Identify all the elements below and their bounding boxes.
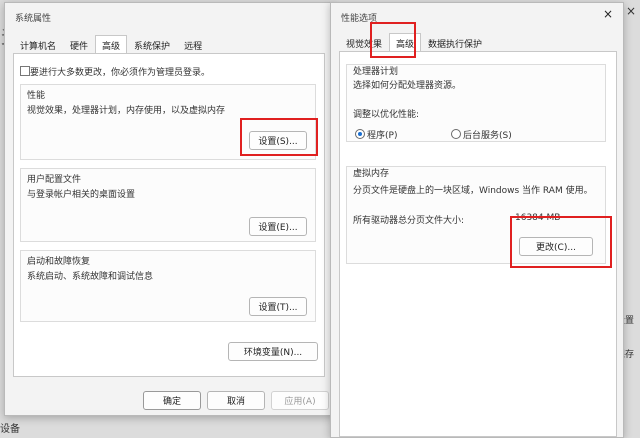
background-close-icon[interactable]: × — [626, 4, 636, 18]
change-virtual-memory-button[interactable]: 更改(C)... — [519, 237, 593, 256]
processor-scheduling-group: 处理器计划 选择如何分配处理器资源。 调整以优化性能: 程序(P) 后台服务(S… — [346, 64, 606, 142]
programs-radio[interactable] — [355, 129, 365, 139]
ok-button[interactable]: 确定 — [143, 391, 201, 410]
user-profile-settings-button[interactable]: 设置(E)... — [249, 217, 307, 236]
tab-remote[interactable]: 远程 — [177, 35, 209, 55]
performance-desc: 视觉效果，处理器计划，内存使用，以及虚拟内存 — [27, 106, 226, 116]
adjust-label: 调整以优化性能: — [353, 110, 420, 120]
background-services-label[interactable]: 后台服务(S) — [463, 128, 512, 141]
system-properties-window: 系统属性 计算机名 硬件 高级 系统保护 远程 要进行大多数更改，你必须作为管理… — [4, 2, 334, 416]
startup-recovery-title: 启动和故障恢复 — [27, 257, 91, 267]
performance-options-window: 性能选项 × 视觉效果 高级 数据执行保护 处理器计划 选择如何分配处理器资源。… — [330, 2, 624, 438]
background-services-radio[interactable] — [451, 129, 461, 139]
paging-total-label: 所有驱动器总分页文件大小: — [353, 216, 465, 226]
performance-settings-button[interactable]: 设置(S)... — [249, 131, 307, 150]
startup-recovery-settings-button[interactable]: 设置(T)... — [249, 297, 307, 316]
advanced-panel: 要进行大多数更改，你必须作为管理员登录。 性能 视觉效果，处理器计划，内存使用，… — [13, 53, 325, 377]
window-title: 系统属性 — [15, 14, 52, 24]
tab-hardware[interactable]: 硬件 — [63, 35, 95, 55]
processor-scheduling-desc: 选择如何分配处理器资源。 — [353, 81, 462, 91]
tab-dep[interactable]: 数据执行保护 — [421, 33, 489, 53]
startup-recovery-desc: 系统启动、系统故障和调试信息 — [27, 272, 154, 282]
admin-note: 要进行大多数更改，你必须作为管理员登录。 — [30, 68, 211, 78]
startup-recovery-group: 启动和故障恢复 系统启动、系统故障和调试信息 设置(T)... — [20, 250, 316, 322]
paging-total-value: 16384 MB — [515, 213, 561, 223]
virtual-memory-group: 虚拟内存 分页文件是硬盘上的一块区域，Windows 当作 RAM 使用。 所有… — [346, 166, 606, 264]
tab-visual-effects[interactable]: 视觉效果 — [339, 33, 389, 53]
user-profile-desc: 与登录帐户相关的桌面设置 — [27, 190, 136, 200]
programs-label[interactable]: 程序(P) — [367, 128, 397, 141]
perf-advanced-panel: 处理器计划 选择如何分配处理器资源。 调整以优化性能: 程序(P) 后台服务(S… — [339, 51, 617, 437]
admin-note-icon — [20, 66, 30, 76]
tab-computer-name[interactable]: 计算机名 — [13, 35, 63, 55]
environment-variables-button[interactable]: 环境变量(N)... — [228, 342, 318, 361]
apply-button[interactable]: 应用(A) — [271, 391, 329, 410]
close-icon[interactable]: × — [603, 7, 613, 21]
virtual-memory-desc: 分页文件是硬盘上的一块区域，Windows 当作 RAM 使用。 — [353, 186, 593, 196]
background-bottom-text: 设备 — [0, 424, 20, 435]
cancel-button[interactable]: 取消 — [207, 391, 265, 410]
processor-scheduling-title: 处理器计划 — [353, 67, 399, 77]
performance-group: 性能 视觉效果，处理器计划，内存使用，以及虚拟内存 设置(S)... — [20, 84, 316, 160]
perf-window-title: 性能选项 — [341, 14, 378, 24]
performance-title: 性能 — [27, 91, 46, 101]
virtual-memory-title: 虚拟内存 — [353, 169, 390, 179]
user-profile-group: 用户配置文件 与登录帐户相关的桌面设置 设置(E)... — [20, 168, 316, 242]
user-profile-title: 用户配置文件 — [27, 175, 82, 185]
tab-system-protection[interactable]: 系统保护 — [127, 35, 177, 55]
